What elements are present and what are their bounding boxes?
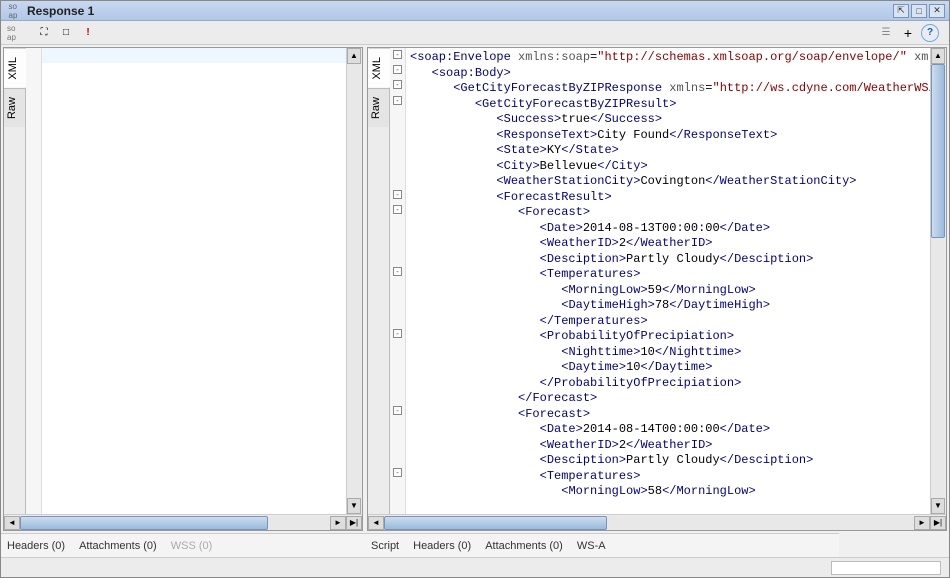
scroll-left-icon[interactable]: ◄ xyxy=(368,516,384,530)
left-hscroll[interactable]: ◄ ► ▶| xyxy=(4,514,362,530)
right-hscroll[interactable]: ◄ ► ▶| xyxy=(368,514,946,530)
fold-icon[interactable]: - xyxy=(393,329,402,338)
soap-icon: soap xyxy=(5,4,21,18)
fold-icon[interactable]: - xyxy=(393,267,402,276)
fold-icon[interactable]: - xyxy=(393,406,402,415)
scroll-down-icon[interactable]: ▼ xyxy=(931,498,945,514)
scroll-right-icon[interactable]: ► xyxy=(330,516,346,530)
right-code-area[interactable]: <soap:Envelope xmlns:soap="http://schema… xyxy=(406,48,930,514)
titlebar: soap Response 1 ⇱ □ ✕ xyxy=(1,1,949,21)
expand-button[interactable]: ⛶ xyxy=(35,24,53,42)
left-bottom-tabs: Headers (0) Attachments (0) WSS (0) xyxy=(1,533,365,557)
right-gutter: - - - - - - - - - - xyxy=(390,48,406,514)
tab-headers-left[interactable]: Headers (0) xyxy=(7,540,65,552)
main-area: XML Raw ▲ ▼ ◄ ► ▶| xyxy=(1,45,949,533)
left-vscroll[interactable]: ▲ ▼ xyxy=(346,48,362,514)
scroll-up-icon[interactable]: ▲ xyxy=(931,48,945,64)
fold-icon[interactable]: - xyxy=(393,468,402,477)
window-title: Response 1 xyxy=(27,4,891,18)
tab-raw-left[interactable]: Raw xyxy=(4,88,25,127)
tab-xml-left[interactable]: XML xyxy=(4,48,26,88)
bottom-tabs-row: Headers (0) Attachments (0) WSS (0) Scri… xyxy=(1,533,949,557)
tab-wss-left[interactable]: WSS (0) xyxy=(171,540,213,552)
add-button[interactable]: + xyxy=(899,24,917,42)
tab-xml-right[interactable]: XML xyxy=(368,48,390,88)
scroll-end-icon[interactable]: ▶| xyxy=(346,516,362,530)
left-gutter xyxy=(26,48,42,514)
right-vtabs: XML Raw xyxy=(368,48,390,514)
request-pane: XML Raw ▲ ▼ ◄ ► ▶| xyxy=(3,47,363,531)
tab-attachments-right[interactable]: Attachments (0) xyxy=(485,540,563,552)
right-vscroll[interactable]: ▲ ▼ xyxy=(930,48,946,514)
fold-icon[interactable]: - xyxy=(393,96,402,105)
tab-raw-right[interactable]: Raw xyxy=(368,88,389,127)
left-vtabs: XML Raw xyxy=(4,48,26,514)
scroll-right-icon[interactable]: ► xyxy=(914,516,930,530)
help-button[interactable]: ? xyxy=(921,24,939,42)
options-icon[interactable]: ☰ xyxy=(877,24,895,42)
scroll-end-icon[interactable]: ▶| xyxy=(930,516,946,530)
stop-button[interactable]: □ xyxy=(57,24,75,42)
fold-icon[interactable]: - xyxy=(393,190,402,199)
right-bottom-tabs: Script Headers (0) Attachments (0) WS-A xyxy=(365,533,839,557)
scroll-left-icon[interactable]: ◄ xyxy=(4,516,20,530)
statusbar xyxy=(1,557,949,577)
status-box xyxy=(831,561,941,575)
fold-icon[interactable]: - xyxy=(393,50,402,59)
error-button[interactable]: ! xyxy=(79,24,97,42)
toolbar: soap ⛶ □ ! ☰ + ? xyxy=(1,21,949,45)
tab-script[interactable]: Script xyxy=(371,540,399,552)
scroll-up-icon[interactable]: ▲ xyxy=(347,48,361,64)
maximize-button[interactable]: □ xyxy=(911,4,927,18)
soap-toolbar-icon: soap xyxy=(7,24,27,42)
tab-wsa[interactable]: WS-A xyxy=(577,540,606,552)
fold-icon[interactable]: - xyxy=(393,80,402,89)
tab-attachments-left[interactable]: Attachments (0) xyxy=(79,540,157,552)
xml-content: <soap:Envelope xmlns:soap="http://schema… xyxy=(406,48,930,502)
fold-icon[interactable]: - xyxy=(393,205,402,214)
tab-headers-right[interactable]: Headers (0) xyxy=(413,540,471,552)
dock-button[interactable]: ⇱ xyxy=(893,4,909,18)
response-pane: XML Raw - - - - - - - - - - <soap:Envelo… xyxy=(367,47,947,531)
left-code-area[interactable] xyxy=(42,48,346,514)
fold-icon[interactable]: - xyxy=(393,65,402,74)
scroll-down-icon[interactable]: ▼ xyxy=(347,498,361,514)
window: soap Response 1 ⇱ □ ✕ soap ⛶ □ ! ☰ + ? X… xyxy=(0,0,950,578)
close-button[interactable]: ✕ xyxy=(929,4,945,18)
